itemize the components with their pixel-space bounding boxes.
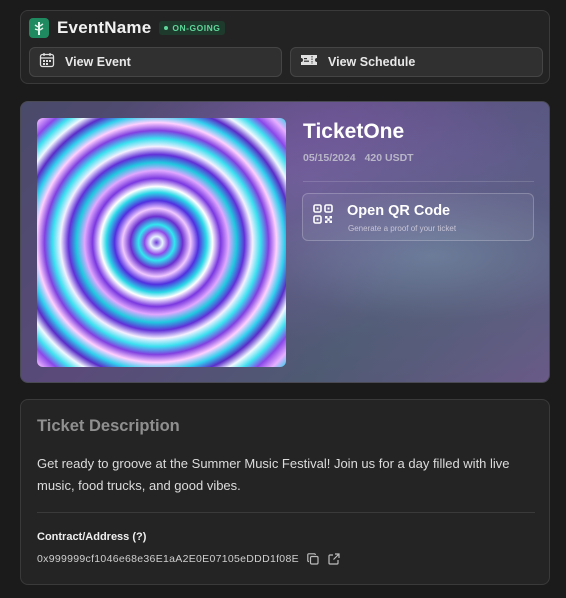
calendar-icon: [39, 52, 55, 73]
status-badge: ON-GOING: [159, 21, 226, 35]
description-text: Get ready to groove at the Summer Music …: [37, 456, 510, 493]
ticket-description-card: Ticket Description Get ready to groove a…: [20, 399, 550, 585]
description-divider: [37, 512, 535, 513]
qr-button-title: Open QR Code: [347, 203, 451, 219]
ticket-price: 420 USDT: [364, 152, 414, 164]
view-event-button[interactable]: View Event: [29, 47, 282, 77]
status-dot-icon: [164, 26, 169, 30]
event-header: EventName ON-GOING View Event View Sched…: [20, 10, 550, 84]
event-title-row: EventName ON-GOING: [29, 18, 226, 38]
ticket-card: TicketOne 05/15/2024 420 USDT Open QR Co…: [20, 101, 550, 383]
ticket-divider: [303, 181, 534, 182]
tree-logo-icon: [29, 18, 49, 38]
ticket-date: 05/15/2024: [303, 152, 356, 164]
contract-row: 0x999999cf1046e68e36E1aA2E0E07105eDDD1f0…: [37, 552, 341, 566]
contract-label: Contract/Address (?): [37, 531, 147, 543]
copy-icon[interactable]: [306, 552, 320, 566]
status-label: ON-GOING: [172, 23, 221, 33]
view-schedule-label: View Schedule: [328, 55, 416, 69]
external-link-icon[interactable]: [327, 552, 341, 566]
description-heading: Ticket Description: [37, 417, 180, 435]
ticket-artwork: [37, 118, 286, 367]
view-event-label: View Event: [65, 55, 131, 69]
qr-code-icon: [313, 204, 333, 229]
contract-address: 0x999999cf1046e68e36E1aA2E0E07105eDDD1f0…: [37, 553, 299, 565]
open-qr-code-button[interactable]: Open QR Code Generate a proof of your ti…: [302, 193, 534, 241]
ticket-meta: 05/15/2024 420 USDT: [303, 152, 414, 164]
view-schedule-button[interactable]: View Schedule: [290, 47, 543, 77]
ticket-title: TicketOne: [303, 120, 405, 143]
event-name[interactable]: EventName: [57, 18, 151, 38]
qr-button-subtitle: Generate a proof of your ticket: [348, 224, 457, 233]
ticket-icon: [300, 53, 318, 72]
